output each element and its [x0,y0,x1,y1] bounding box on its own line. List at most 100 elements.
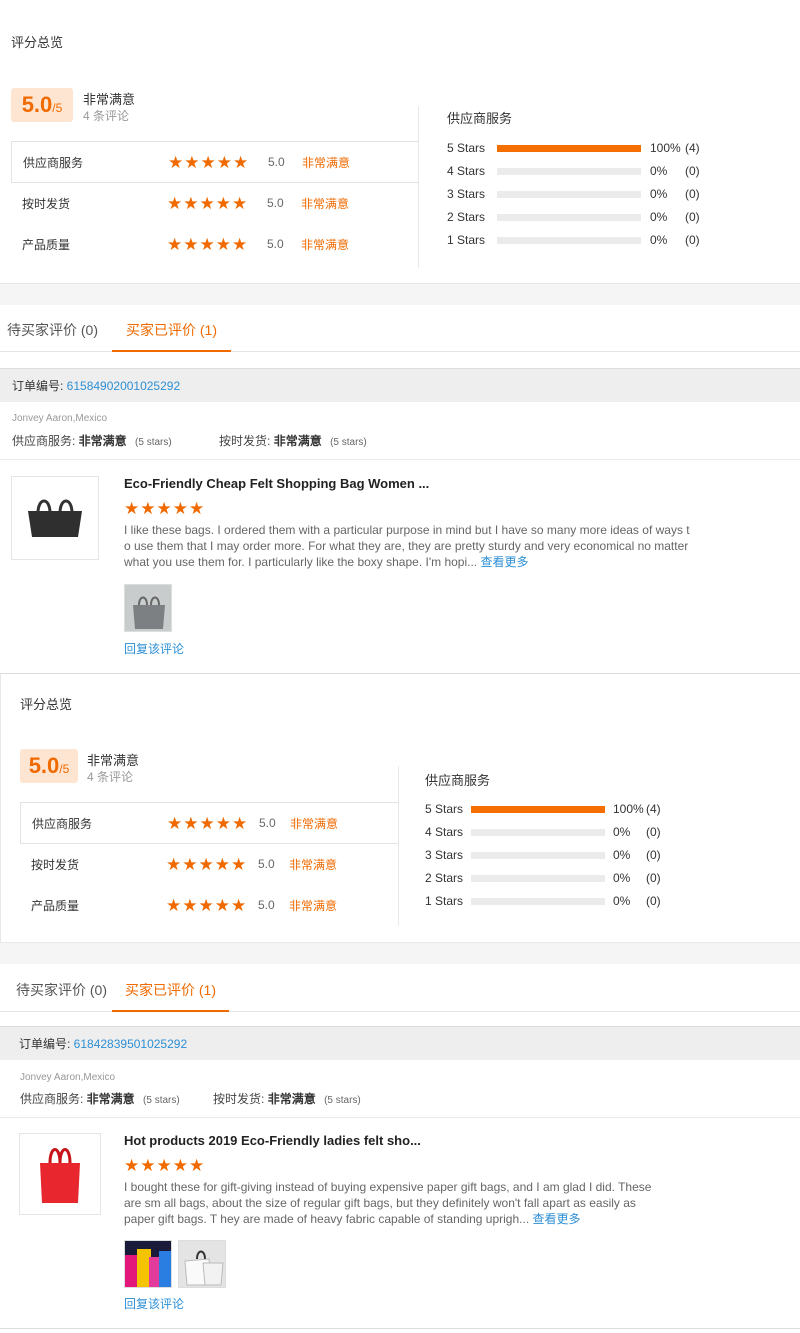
star-icon: ★ [233,152,249,172]
rating-row-supplier: 供应商服务 ★ ★ ★ ★ ★ 5.0 非常满意 [20,802,399,844]
distribution-percent: 0% [613,825,631,839]
shipping-label: 按时发货: [219,434,274,448]
distribution-bar-track [497,213,641,221]
star-icon: ★ [198,854,214,874]
star-icon: ★ [184,152,200,172]
rating-word: 非常满意 [289,857,338,872]
review-text: I bought these for gift-giving instead o… [124,1179,656,1227]
felt-bag-image [28,499,82,537]
rating-label: 产品质量 [31,898,80,913]
tab-pending-reviews[interactable]: 待买家评价 (0) [16,968,107,1012]
distribution-percent: 0% [650,210,668,224]
supplier-stars: (5 stars) [135,437,172,448]
distribution-percent: 0% [613,848,631,862]
distribution-count: (0) [685,187,700,201]
order-number-link[interactable]: 61584902001025292 [67,379,180,393]
order-ratings: 供应商服务: 非常满意 (5 stars) 按时发货: 非常满意 (5 star… [20,1090,361,1107]
product-thumbnail[interactable] [19,1133,101,1215]
star-icon: ★ [214,854,230,874]
star-icon: ★ [199,813,215,833]
rating-value: 5.0 [267,196,284,210]
distribution-bar-track [471,828,605,836]
distribution-count: (0) [646,825,661,839]
distribution-row: 3 Stars 0% (0) [425,845,676,865]
star-icon: ★ [166,895,182,915]
summary-title: 评分总览 [11,35,64,50]
distribution-row: 2 Stars 0% (0) [447,207,715,227]
rating-word: 非常满意 [301,237,350,252]
order-bar: 订单编号: 61584902001025292 [0,368,800,402]
review-photo[interactable] [124,1240,172,1288]
distribution-row: 2 Stars 0% (0) [425,868,676,888]
star-icon: ★ [232,234,248,254]
star-icon: ★ [231,895,247,915]
tab-buyer-reviewed[interactable]: 买家已评价 (1) [112,308,231,352]
distribution-bar-fill [471,805,605,813]
star-icon: ★ [140,1156,156,1175]
star-icon: ★ [183,193,199,213]
star-icon: ★ [140,499,156,518]
distribution-label: 2 Stars [447,210,486,224]
distribution-percent: 100% [650,141,681,155]
rating-label: 供应商服务 [32,816,93,831]
order-number-link[interactable]: 61842839501025292 [74,1037,187,1051]
star-icon: ★ [231,854,247,874]
distribution-count: (0) [646,871,661,885]
section-divider [0,1328,800,1329]
star-icon: ★ [168,152,184,172]
review-tabs: 待买家评价 (0) 买家已评价 (1) [0,308,800,352]
star-icon: ★ [167,813,183,833]
distribution-bar-track [471,874,605,882]
see-more-link[interactable]: 查看更多 [480,555,528,569]
star-icon: ★ [214,895,230,915]
supplier-stars: (5 stars) [143,1095,180,1106]
tab-buyer-reviewed[interactable]: 买家已评价 (1) [112,968,229,1012]
shipping-stars: (5 stars) [330,437,367,448]
distribution-count: (0) [685,233,700,247]
product-title-link[interactable]: Eco-Friendly Cheap Felt Shopping Bag Wom… [124,476,429,491]
star-icon: ★ [199,234,215,254]
star-icon: ★ [156,1156,172,1175]
rating-value: 5.0 [259,816,276,830]
star-icon: ★ [172,1156,188,1175]
distribution-bar-track [497,144,641,152]
rating-stars: ★ ★ ★ ★ ★ [167,236,247,253]
reply-review-link[interactable]: 回复该评论 [124,640,184,657]
distribution-bar-track [497,236,641,244]
product-thumbnail[interactable] [11,476,99,560]
see-more-link[interactable]: 查看更多 [533,1212,581,1226]
star-icon: ★ [232,813,248,833]
review-stars: ★ ★ ★ ★ ★ [124,500,204,517]
shipping-stars: (5 stars) [324,1095,361,1106]
gray-bag-image [125,585,171,631]
star-icon: ★ [167,234,183,254]
section-gap [0,942,800,964]
distribution-label: 3 Stars [425,848,464,862]
product-title-link[interactable]: Hot products 2019 Eco-Friendly ladies fe… [124,1133,421,1148]
order-label: 订单编号: [12,379,67,393]
tab-pending-reviews[interactable]: 待买家评价 (0) [7,308,98,352]
star-icon: ★ [172,499,188,518]
distribution-label: 5 Stars [447,141,486,155]
rating-stars: ★ ★ ★ ★ ★ [166,897,246,914]
supplier-value: 非常满意 [86,1092,135,1106]
supplier-label: 供应商服务: [20,1092,87,1106]
rating-row-quality: 产品质量 ★ ★ ★ ★ ★ 5.0 非常满意 [11,224,419,264]
distribution-label: 2 Stars [425,871,464,885]
review-photo[interactable] [178,1240,226,1288]
rating-summary-2: 评分总览 5.0 /5 非常满意 4 条评论 供应商服务 ★ ★ ★ ★ ★ 5.0 非… [0,674,800,942]
distribution-bar-track [471,851,605,859]
review-body: I like these bags. I ordered them with a… [124,523,690,569]
distribution-percent: 0% [650,233,668,247]
divider [0,1117,800,1118]
rating-row-shipping: 按时发货 ★ ★ ★ ★ ★ 5.0 非常满意 [20,844,399,884]
reply-review-link[interactable]: 回复该评论 [124,1295,184,1312]
star-icon: ★ [124,1156,140,1175]
distribution-label: 1 Stars [425,894,464,908]
review-photo[interactable] [124,584,172,632]
distribution-row: 1 Stars 0% (0) [425,891,676,911]
star-icon: ★ [215,234,231,254]
rating-word: 非常满意 [290,816,339,831]
star-icon: ★ [183,813,199,833]
distribution-row: 5 Stars 100% (4) [425,799,676,819]
